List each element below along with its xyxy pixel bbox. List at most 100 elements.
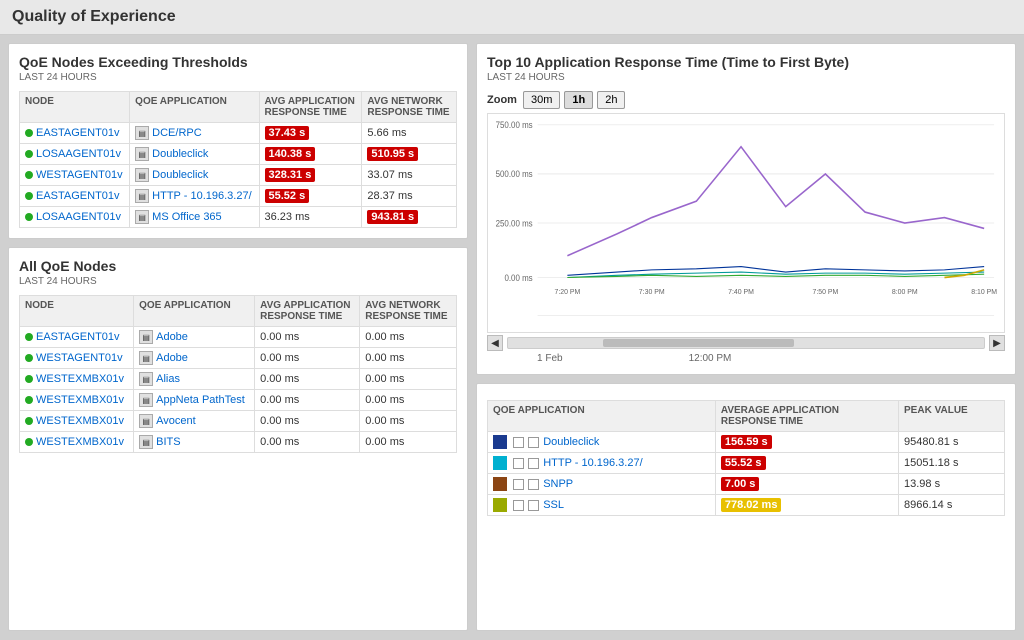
zoom-1h-button[interactable]: 1h [564, 91, 593, 109]
legend-table: QOE APPLICATION AVERAGE APPLICATIONRESPO… [487, 400, 1005, 516]
col-avg-app: AVG APPLICATIONRESPONSE TIME [259, 92, 362, 123]
legend-app-link[interactable]: SNPP [543, 478, 573, 490]
node-cell: EASTAGENT01v [20, 327, 134, 348]
node-link[interactable]: LOSAAGENT01v [36, 148, 121, 160]
legend-peak-cell: 8966.14 s [899, 495, 1005, 516]
badge-red: 7.00 s [721, 477, 760, 491]
app-cell: ▤Avocent [134, 411, 255, 432]
legend-avg-cell: 778.02 ms [715, 495, 898, 516]
table-row: LOSAAGENT01v ▤MS Office 365 36.23 ms 943… [20, 207, 457, 228]
legend-app-link[interactable]: HTTP - 10.196.3.27/ [543, 457, 642, 469]
checkbox2[interactable] [528, 458, 539, 469]
badge-red: 156.59 s [721, 435, 772, 449]
badge-red: 55.52 s [265, 189, 310, 203]
app-link[interactable]: AppNeta PathTest [156, 394, 245, 406]
thresholds-title: QoE Nodes Exceeding Thresholds [19, 54, 457, 70]
chart-right-button[interactable]: ▶ [989, 335, 1005, 351]
top10-subtitle: LAST 24 HOURS [487, 72, 1005, 83]
svg-text:8:10 PM: 8:10 PM [971, 287, 997, 296]
app-link[interactable]: Avocent [156, 415, 196, 427]
badge-red: 328.31 s [265, 168, 316, 182]
node-link[interactable]: EASTAGENT01v [36, 190, 120, 202]
color-swatch [493, 477, 507, 491]
chart-scrollbar-area[interactable]: ◀ ▶ [487, 335, 1005, 351]
checkbox[interactable] [513, 500, 524, 511]
app-link[interactable]: DCE/RPC [152, 127, 202, 139]
col-node: NODE [20, 92, 130, 123]
app-cell: ▤Adobe [134, 327, 255, 348]
avg-net-cell: 0.00 ms [360, 432, 457, 453]
avg-net-cell: 0.00 ms [360, 390, 457, 411]
badge-red: 943.81 s [367, 210, 418, 224]
node-link[interactable]: LOSAAGENT01v [36, 211, 121, 223]
badge-red: 510.95 s [367, 147, 418, 161]
node-cell: WESTEXMBX01v [20, 369, 134, 390]
avg-app-cell: 0.00 ms [255, 390, 360, 411]
avg-app-cell: 36.23 ms [259, 207, 362, 228]
node-cell: LOSAAGENT01v [20, 144, 130, 165]
avg-app-cell: 37.43 s [259, 123, 362, 144]
checkbox[interactable] [513, 458, 524, 469]
legend-col-avg: AVERAGE APPLICATIONRESPONSE TIME [715, 401, 898, 432]
app-cell: ▤Doubleclick [130, 144, 259, 165]
node-link[interactable]: WESTEXMBX01v [36, 394, 124, 406]
svg-text:750.00 ms: 750.00 ms [496, 120, 533, 130]
node-link[interactable]: WESTEXMBX01v [36, 415, 124, 427]
avg-app-cell: 328.31 s [259, 165, 362, 186]
legend-app-link[interactable]: Doubleclick [543, 436, 599, 448]
app-icon: ▤ [139, 330, 153, 344]
node-link[interactable]: WESTEXMBX01v [36, 373, 124, 385]
checkbox2[interactable] [528, 500, 539, 511]
status-dot [25, 417, 33, 425]
svg-text:7:20 PM: 7:20 PM [554, 287, 580, 296]
svg-text:250.00 ms: 250.00 ms [496, 218, 533, 228]
checkbox[interactable] [513, 479, 524, 490]
status-dot [25, 333, 33, 341]
legend-row: Doubleclick 156.59 s 95480.81 s [488, 432, 1005, 453]
app-link[interactable]: HTTP - 10.196.3.27/ [152, 190, 251, 202]
app-link[interactable]: Alias [156, 373, 180, 385]
legend-app-link[interactable]: SSL [543, 499, 564, 511]
all-nodes-subtitle: LAST 24 HOURS [19, 276, 457, 287]
node-cell: WESTEXMBX01v [20, 432, 134, 453]
checkbox2[interactable] [528, 479, 539, 490]
legend-row: HTTP - 10.196.3.27/ 55.52 s 15051.18 s [488, 453, 1005, 474]
node-link[interactable]: WESTAGENT01v [36, 169, 123, 181]
app-link[interactable]: Doubleclick [152, 148, 208, 160]
table-row: WESTEXMBX01v ▤AppNeta PathTest 0.00 ms 0… [20, 390, 457, 411]
app-link[interactable]: Doubleclick [152, 169, 208, 181]
all-nodes-table: NODE QOE APPLICATION AVG APPLICATIONRESP… [19, 295, 457, 453]
app-cell: ▤Alias [134, 369, 255, 390]
app-icon: ▤ [135, 189, 149, 203]
checkbox2[interactable] [528, 437, 539, 448]
table-row: WESTEXMBX01v ▤Avocent 0.00 ms 0.00 ms [20, 411, 457, 432]
node-link[interactable]: EASTAGENT01v [36, 331, 120, 343]
node-link[interactable]: WESTEXMBX01v [36, 436, 124, 448]
zoom-2h-button[interactable]: 2h [597, 91, 625, 109]
app-link[interactable]: BITS [156, 436, 180, 448]
status-dot [25, 213, 33, 221]
app-link[interactable]: MS Office 365 [152, 211, 222, 223]
col-node2: NODE [20, 296, 134, 327]
chart-scrollbar[interactable] [507, 337, 985, 349]
chart-left-button[interactable]: ◀ [487, 335, 503, 351]
table-row: EASTAGENT01v ▤Adobe 0.00 ms 0.00 ms [20, 327, 457, 348]
node-link[interactable]: WESTAGENT01v [36, 352, 123, 364]
chart-area: 750.00 ms 500.00 ms 250.00 ms 0.00 ms 7:… [487, 113, 1005, 333]
zoom-30m-button[interactable]: 30m [523, 91, 560, 109]
value: 28.37 ms [367, 190, 412, 202]
app-link[interactable]: Adobe [156, 331, 188, 343]
legend-col-peak: PEAK VALUE [899, 401, 1005, 432]
table-row: EASTAGENT01v ▤HTTP - 10.196.3.27/ 55.52 … [20, 186, 457, 207]
node-cell: WESTAGENT01v [20, 165, 130, 186]
node-link[interactable]: EASTAGENT01v [36, 127, 120, 139]
page-title: Quality of Experience [0, 0, 1024, 35]
thresholds-table: NODE QOE APPLICATION AVG APPLICATIONRESP… [19, 91, 457, 228]
top10-title: Top 10 Application Response Time (Time t… [487, 54, 1005, 70]
app-cell: ▤DCE/RPC [130, 123, 259, 144]
legend-app-cell: SSL [488, 495, 716, 516]
app-link[interactable]: Adobe [156, 352, 188, 364]
legend-app-cell: SNPP [488, 474, 716, 495]
thresholds-card: QoE Nodes Exceeding Thresholds LAST 24 H… [8, 43, 468, 239]
checkbox[interactable] [513, 437, 524, 448]
